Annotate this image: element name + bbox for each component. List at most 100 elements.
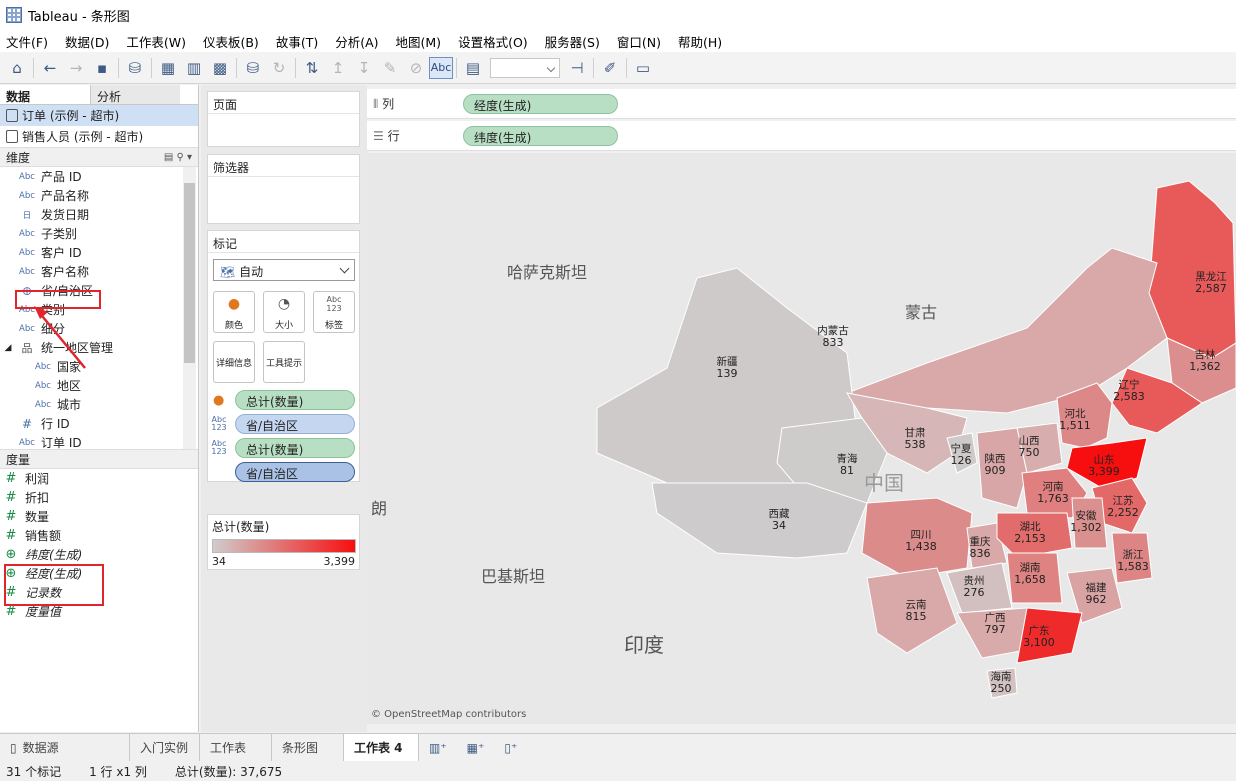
province-label: 山东 3,399 (1084, 454, 1124, 478)
pause-updates-icon[interactable]: ⛁ (240, 55, 266, 81)
redo-icon[interactable]: → (63, 55, 89, 81)
status-marks: 31 个标记 (6, 764, 62, 779)
menu-dashboard[interactable]: 仪表板(B) (203, 32, 259, 51)
clear-sheet-icon[interactable]: ▩ (207, 55, 233, 81)
label-button[interactable]: Abc 123 标签 (313, 291, 355, 333)
data-pane: 数据 分析 订单 (示例 - 超市) 销售人员 (示例 - 超市) 维度 ▤ ⚲… (0, 85, 199, 732)
map-view[interactable]: 哈萨克斯坦 蒙古 中国 巴基斯坦 印度 朗 黑龙江 2,587 内蒙古 833 吉林 1,… (367, 153, 1236, 724)
color-button[interactable]: ● 颜色 (213, 291, 255, 333)
field-order-id[interactable]: Abc 订单 ID (0, 433, 198, 449)
tab-intro[interactable]: 入门实例 (130, 733, 200, 762)
field-region[interactable]: Abc 地区 (0, 376, 198, 395)
new-dashboard-icon[interactable]: ▦⁺ (457, 734, 495, 762)
province-value: 797 (984, 623, 1006, 636)
tab-bar-chart[interactable]: 条形图 (272, 733, 344, 762)
pages-card[interactable]: 页面 (207, 91, 360, 147)
province-value: 962 (1085, 593, 1107, 606)
province-label: 青海 81 (827, 453, 867, 477)
undo-icon[interactable]: ← (37, 55, 63, 81)
country-label-india: 印度 (624, 633, 664, 657)
group-icon[interactable]: ⊘ (403, 55, 429, 81)
dimension-scrollbar[interactable] (183, 167, 196, 449)
new-datasource-icon[interactable]: ⛁ (122, 55, 148, 81)
menu-window[interactable]: 窗口(N) (617, 32, 661, 51)
datasource-salespeople[interactable]: 销售人员 (示例 - 超市) (0, 126, 198, 147)
pill-latitude[interactable]: 纬度(生成) (463, 125, 618, 146)
field-customer-id[interactable]: Abc 客户 ID (0, 243, 198, 262)
swap-icon[interactable]: ⇅ (299, 55, 325, 81)
pill-sum-quantity-color[interactable]: 总计(数量) (235, 390, 355, 410)
title-bar: Tableau - 条形图 (0, 0, 1236, 30)
tab-analysis[interactable]: 分析 (90, 85, 180, 104)
menu-analysis[interactable]: 分析(A) (335, 32, 378, 51)
field-discount[interactable]: # 折扣 (0, 488, 198, 507)
province-label: 辽宁 2,583 (1109, 379, 1149, 403)
new-story-icon[interactable]: ▯⁺ (494, 734, 527, 762)
collapse-arrow-icon[interactable]: ◢ (0, 343, 16, 353)
sheet-tabs: ▯ 数据源 入门实例 工作表 条形图 工作表 4 ▥⁺ ▦⁺ ▯⁺ (0, 733, 1236, 762)
pen-icon[interactable]: ✐ (597, 55, 623, 81)
menu-map[interactable]: 地图(M) (396, 32, 442, 51)
field-product-id[interactable]: Abc 产品 ID (0, 167, 198, 186)
size-button[interactable]: ◔ 大小 (263, 291, 305, 333)
datasource-orders[interactable]: 订单 (示例 - 超市) (0, 105, 198, 126)
menu-format[interactable]: 设置格式(O) (458, 32, 528, 51)
field-quantity[interactable]: # 数量 (0, 507, 198, 526)
rows-shelf[interactable]: ☰ 行 纬度(生成) (367, 121, 1236, 151)
field-subcategory[interactable]: Abc 子类别 (0, 224, 198, 243)
field-row-id[interactable]: # 行 ID (0, 414, 198, 433)
province-value: 1,658 (1014, 573, 1046, 586)
province-value: 2,153 (1014, 532, 1046, 545)
field-city[interactable]: Abc 城市 (0, 395, 198, 414)
cards-column: 页面 筛选器 标记 🗺 自动 ● 颜色 ◔ 大小 Abc 123 标签 详细信息 工具提… (201, 85, 367, 732)
field-sales[interactable]: # 销售额 (0, 526, 198, 545)
field-profit[interactable]: # 利润 (0, 469, 198, 488)
database-icon (6, 109, 18, 122)
detail-button[interactable]: 详细信息 (213, 341, 255, 383)
province-label: 黑龙江 2,587 (1191, 271, 1231, 295)
field-ship-date[interactable]: 日发货日期 (0, 205, 198, 224)
pin-axis-icon[interactable]: ⊣ (564, 55, 590, 81)
pill-province-label[interactable]: 省/自治区 (235, 414, 355, 434)
province-value: 1,362 (1189, 360, 1221, 373)
pill-sum-quantity-label[interactable]: 总计(数量) (235, 438, 355, 458)
menu-file[interactable]: 文件(F) (6, 32, 48, 51)
duplicate-sheet-icon[interactable]: ▥ (181, 55, 207, 81)
tab-datasource[interactable]: ▯ 数据源 (0, 733, 130, 762)
save-icon[interactable]: ▪ (89, 55, 115, 81)
tab-sheet[interactable]: 工作表 (200, 733, 272, 762)
field-customer-name[interactable]: Abc 客户名称 (0, 262, 198, 281)
presentation-icon[interactable]: ▭ (630, 55, 656, 81)
new-worksheet-icon[interactable]: ▥⁺ (419, 734, 457, 762)
new-sheet-icon[interactable]: ▦ (155, 55, 181, 81)
refresh-icon[interactable]: ↻ (266, 55, 292, 81)
tab-data[interactable]: 数据 (0, 85, 90, 104)
menu-data[interactable]: 数据(D) (65, 32, 109, 51)
filters-card[interactable]: 筛选器 (207, 154, 360, 224)
home-icon[interactable]: ⌂ (4, 55, 30, 81)
search-icon[interactable]: ▤ ⚲ ▾ (164, 152, 192, 163)
sort-asc-icon[interactable]: ↥ (325, 55, 351, 81)
window-title: Tableau - 条形图 (28, 9, 130, 25)
menu-server[interactable]: 服务器(S) (545, 32, 600, 51)
chart-type-icon[interactable]: ▤ (460, 55, 486, 81)
province-label: 吉林 1,362 (1185, 349, 1225, 373)
fit-dropdown[interactable] (490, 57, 560, 78)
menu-worksheet[interactable]: 工作表(W) (126, 32, 186, 51)
highlight-icon[interactable]: ✎ (377, 55, 403, 81)
field-product-name[interactable]: Abc 产品名称 (0, 186, 198, 205)
sort-desc-icon[interactable]: ↧ (351, 55, 377, 81)
menu-help[interactable]: 帮助(H) (678, 32, 722, 51)
tooltip-button[interactable]: 工具提示 (263, 341, 305, 383)
label-icon: Abc 123 (211, 439, 227, 456)
pill-longitude[interactable]: 经度(生成) (463, 93, 618, 114)
show-labels-button[interactable]: Abc (429, 56, 453, 79)
color-legend[interactable]: 总计(数量) 34 3,399 (207, 514, 360, 570)
columns-shelf[interactable]: ⦀ 列 经度(生成) (367, 89, 1236, 119)
field-latitude-generated[interactable]: ⊕ 纬度(生成) (0, 545, 198, 564)
pill-province-detail[interactable]: 省/自治区 (235, 462, 355, 482)
province-value: 3,100 (1023, 636, 1055, 649)
tab-sheet-4[interactable]: 工作表 4 (344, 733, 419, 762)
menu-story[interactable]: 故事(T) (276, 32, 318, 51)
mark-type-dropdown[interactable]: 🗺 自动 (213, 259, 355, 281)
